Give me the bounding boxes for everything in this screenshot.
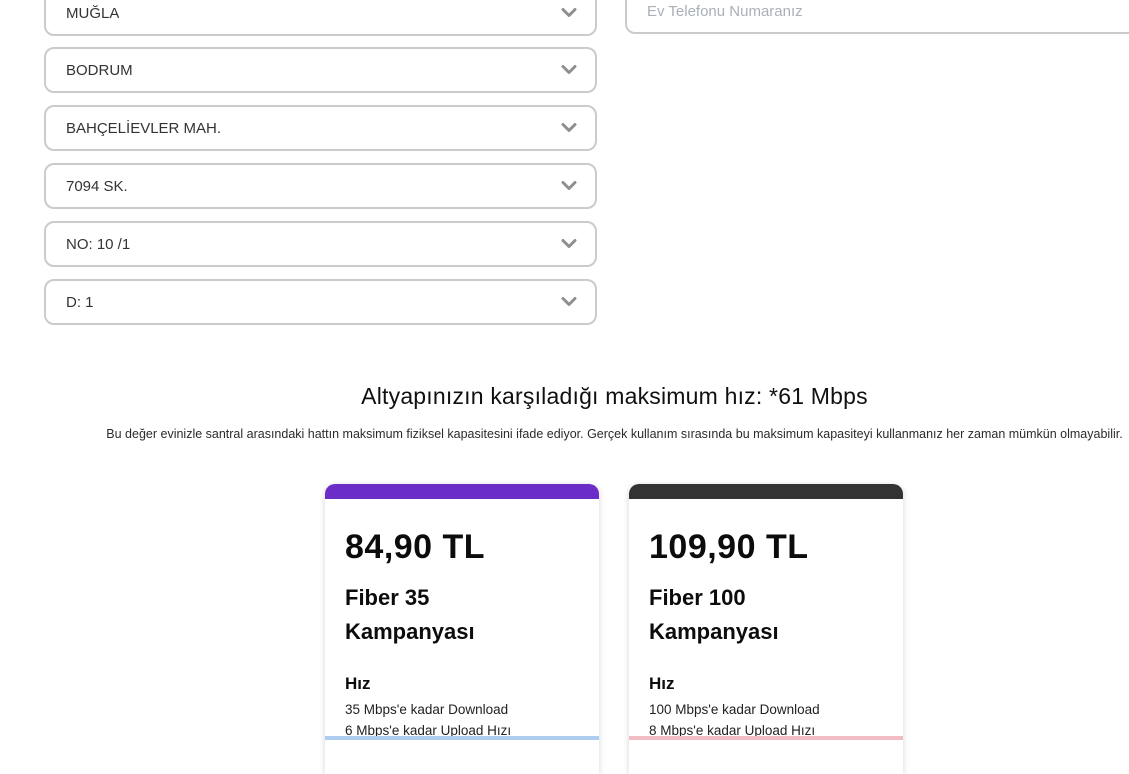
plan-price: 84,90 TL xyxy=(345,528,486,566)
max-speed-disclaimer: Bu değer evinizle santral arasındaki hat… xyxy=(106,427,1123,441)
plan-speed-title: Hız xyxy=(649,674,675,693)
building-no-dropdown-value: NO: 10 /1 xyxy=(66,235,131,253)
home-phone-input[interactable] xyxy=(625,0,1129,34)
plan-price: 109,90 TL xyxy=(649,528,809,566)
plan-name: Fiber 35 Kampanyası xyxy=(345,585,475,644)
max-speed-heading: Altyapınızın karşıladığı maksimum hız: *… xyxy=(361,383,868,409)
city-dropdown[interactable]: MUĞLA xyxy=(44,0,597,36)
building-no-dropdown[interactable]: NO: 10 /1 xyxy=(44,221,597,267)
chevron-down-icon xyxy=(561,180,577,192)
plan-download-speed: 100 Mbps'e kadar Download xyxy=(649,702,820,717)
street-dropdown-value: 7094 SK. xyxy=(66,177,128,195)
next-section-peek xyxy=(325,736,599,740)
next-section-peek xyxy=(629,736,903,740)
chevron-down-icon xyxy=(561,64,577,76)
plan-speed-title: Hız xyxy=(345,674,371,693)
chevron-down-icon xyxy=(561,122,577,134)
plan-accent-bar xyxy=(325,484,599,499)
plan-accent-bar xyxy=(629,484,903,499)
district-dropdown-value: BODRUM xyxy=(66,61,133,79)
street-dropdown[interactable]: 7094 SK. xyxy=(44,163,597,209)
district-dropdown[interactable]: BODRUM xyxy=(44,47,597,93)
chevron-down-icon xyxy=(561,296,577,308)
plan-card-fiber-100[interactable]: 109,90 TL Fiber 100 Kampanyası Hız 100 M… xyxy=(629,484,903,774)
neighborhood-dropdown-value: BAHÇELİEVLER MAH. xyxy=(66,119,222,137)
chevron-down-icon xyxy=(561,7,577,19)
plan-download-speed: 35 Mbps'e kadar Download xyxy=(345,702,509,717)
door-no-dropdown-value: D: 1 xyxy=(66,293,94,311)
city-dropdown-value: MUĞLA xyxy=(66,4,120,22)
neighborhood-dropdown[interactable]: BAHÇELİEVLER MAH. xyxy=(44,105,597,151)
plan-name: Fiber 100 Kampanyası xyxy=(649,585,779,644)
plan-card-fiber-35[interactable]: 84,90 TL Fiber 35 Kampanyası Hız 35 Mbps… xyxy=(325,484,599,774)
chevron-down-icon xyxy=(561,238,577,250)
door-no-dropdown[interactable]: D: 1 xyxy=(44,279,597,325)
